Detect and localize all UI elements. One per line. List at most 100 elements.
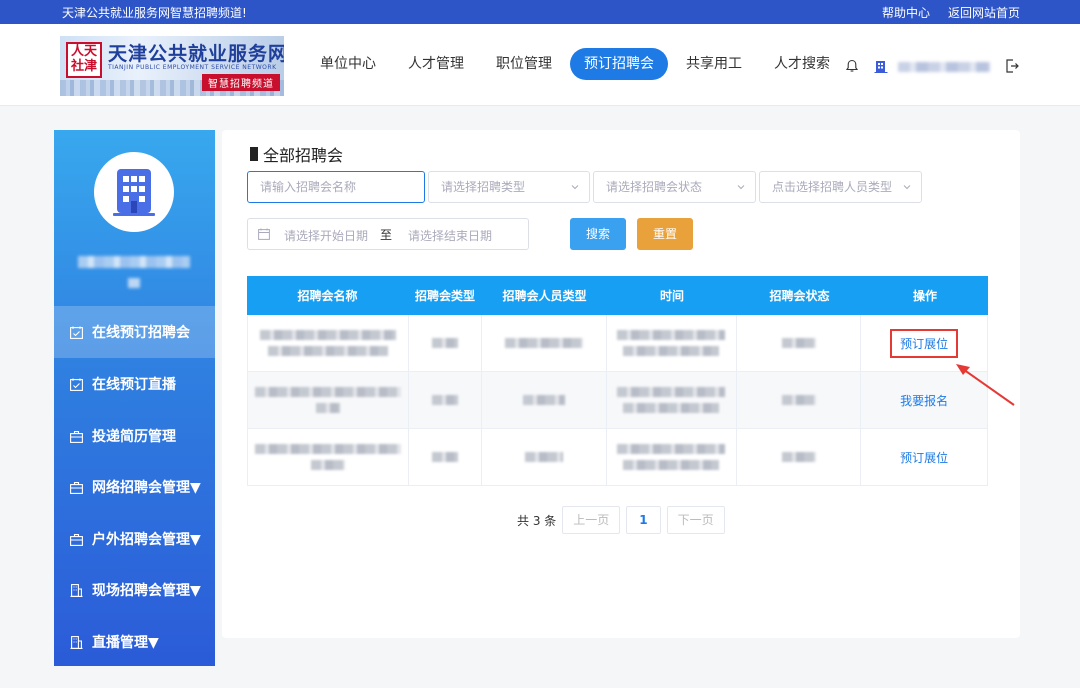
cell-fair-type-redacted (409, 429, 483, 485)
sidebar-item-resume-management[interactable]: 投递简历管理 (54, 410, 215, 462)
cell-people-type-redacted (482, 372, 608, 428)
sidebar-item-online-fair-management[interactable]: 网络招聘会管理▼ (54, 461, 215, 513)
title-marker (250, 147, 258, 161)
sidebar-item-online-book-fair[interactable]: 在线预订招聘会 (54, 306, 215, 358)
cell-fair-name-redacted (248, 372, 409, 428)
cell-status-redacted (737, 429, 862, 485)
sidebar-item-online-book-live[interactable]: 在线预订直播 (54, 358, 215, 410)
start-date-placeholder[interactable]: 请选择开始日期 (284, 227, 368, 244)
building-icon (70, 583, 83, 597)
page-1-button[interactable]: 1 (626, 506, 661, 534)
sidebar-item-live-management[interactable]: 直播管理▼ (54, 616, 215, 668)
page-title: 全部招聘会 (250, 142, 343, 166)
next-page-button[interactable]: 下一页 (666, 506, 725, 534)
nav-talent-search[interactable]: 人才搜索 (760, 48, 844, 80)
sidebar-item-label: 直播管理▼ (92, 635, 159, 651)
table-row: 预订展位 (247, 315, 988, 372)
col-time: 时间 (659, 289, 684, 303)
account-name-redacted[interactable] (898, 62, 990, 72)
table-row: 我要报名 (247, 372, 988, 429)
cell-time-redacted (607, 372, 737, 428)
nav-talent-management[interactable]: 人才管理 (394, 48, 478, 80)
logo-seal: 人天 社津 (66, 42, 102, 78)
building-icon (70, 635, 83, 649)
reset-button[interactable]: 重置 (637, 218, 693, 250)
bell-icon[interactable] (845, 59, 859, 73)
avatar (94, 152, 174, 232)
briefcase-icon (70, 430, 83, 443)
fair-name-input[interactable]: 请输入招聘会名称 (247, 171, 425, 203)
logo-channel-badge: 智慧招聘频道 (202, 74, 280, 91)
briefcase-icon (70, 481, 83, 494)
help-center-link[interactable]: 帮助中心 (882, 4, 930, 21)
nav-job-management[interactable]: 职位管理 (482, 48, 566, 80)
company-icon (874, 61, 888, 73)
welcome-text: 天津公共就业服务网智慧招聘频道! (62, 6, 247, 20)
checklist-icon (70, 378, 83, 391)
fair-status-select[interactable]: 请选择招聘会状态 (593, 171, 756, 203)
checklist-icon (70, 326, 83, 339)
logo-subtitle-en: TIANJIN PUBLIC EMPLOYMENT SERVICE NETWOR… (108, 64, 277, 71)
register-link[interactable]: 我要报名 (900, 392, 948, 409)
company-name-redacted-2 (128, 278, 140, 288)
home-link[interactable]: 返回网站首页 (948, 4, 1020, 21)
annotation-arrow-icon (956, 364, 1015, 406)
top-strip: 天津公共就业服务网智慧招聘频道! 帮助中心 返回网站首页 (0, 0, 1080, 24)
fair-type-select[interactable]: 请选择招聘类型 (428, 171, 590, 203)
pagination: 共 3 条 上一页 1 下一页 (517, 506, 725, 534)
logo-title: 天津公共就业服务网 (108, 43, 284, 65)
chevron-down-icon (737, 185, 745, 190)
end-date-placeholder[interactable]: 请选择结束日期 (408, 227, 492, 244)
sidebar-item-onsite-fair-management[interactable]: 现场招聘会管理▼ (54, 564, 215, 616)
logout-icon[interactable] (1004, 58, 1020, 74)
date-separator: 至 (380, 228, 393, 242)
cell-status-redacted (737, 372, 862, 428)
fair-status-placeholder: 请选择招聘会状态 (606, 180, 703, 194)
sidebar: 在线预订招聘会 在线预订直播 投递简历管理 网络招聘会管理▼ 户外招聘会管理▼ … (54, 130, 215, 666)
sidebar-item-label: 在线预订直播 (92, 377, 176, 393)
briefcase-icon (70, 533, 83, 546)
top-links: 帮助中心 返回网站首页 (882, 4, 1020, 21)
nav-book-job-fair[interactable]: 预订招聘会 (570, 48, 668, 80)
total-count: 共 3 条 (517, 513, 557, 528)
people-type-placeholder: 点击选择招聘人员类型 (772, 180, 893, 194)
book-booth-link[interactable]: 预订展位 (890, 328, 959, 358)
cell-fair-type-redacted (409, 315, 483, 371)
fair-name-placeholder: 请输入招聘会名称 (260, 180, 357, 194)
calendar-icon (258, 228, 270, 240)
cell-status-redacted (737, 315, 862, 371)
cell-people-type-redacted (482, 429, 608, 485)
chevron-down-icon (903, 185, 911, 190)
main-nav: 单位中心 人才管理 职位管理 预订招聘会 共享用工 人才搜索 (306, 48, 848, 80)
col-action: 操作 (912, 289, 937, 303)
cell-time-redacted (607, 315, 737, 371)
col-people-type: 招聘会人员类型 (502, 289, 587, 303)
cell-time-redacted (607, 429, 737, 485)
cell-people-type-redacted (482, 315, 608, 371)
main-panel: 全部招聘会 请输入招聘会名称 请选择招聘类型 请选择招聘会状态 点击选择招聘人员… (222, 130, 1020, 638)
table-header: 招聘会名称 招聘会类型 招聘会人员类型 时间 招聘会状态 操作 (247, 276, 988, 315)
nav-unit-center[interactable]: 单位中心 (306, 48, 390, 80)
sidebar-item-label: 户外招聘会管理▼ (92, 532, 201, 548)
date-range-picker[interactable]: 请选择开始日期 至 请选择结束日期 (247, 218, 529, 250)
search-button[interactable]: 搜索 (570, 218, 626, 250)
col-fair-name: 招聘会名称 (297, 289, 358, 303)
table-row: 预订展位 (247, 429, 988, 486)
sidebar-item-label: 在线预订招聘会 (92, 325, 190, 341)
site-logo[interactable]: 人天 社津 天津公共就业服务网 TIANJIN PUBLIC EMPLOYMENT… (60, 36, 284, 96)
sidebar-item-label: 现场招聘会管理▼ (92, 583, 201, 599)
prev-page-button[interactable]: 上一页 (562, 506, 621, 534)
nav-shared-employment[interactable]: 共享用工 (672, 48, 756, 80)
job-fair-table: 招聘会名称 招聘会类型 招聘会人员类型 时间 招聘会状态 操作 预订展位 我要报… (247, 276, 988, 486)
book-booth-link[interactable]: 预订展位 (900, 449, 948, 466)
header: 人天 社津 天津公共就业服务网 TIANJIN PUBLIC EMPLOYMENT… (0, 24, 1080, 106)
cell-action: 预订展位 (861, 429, 987, 485)
fair-type-placeholder: 请选择招聘类型 (441, 180, 526, 194)
people-type-select[interactable]: 点击选择招聘人员类型 (759, 171, 922, 203)
cell-fair-name-redacted (248, 429, 409, 485)
sidebar-item-outdoor-fair-management[interactable]: 户外招聘会管理▼ (54, 513, 215, 565)
cell-fair-type-redacted (409, 372, 483, 428)
col-fair-type: 招聘会类型 (414, 289, 475, 303)
company-avatar-icon (113, 169, 155, 216)
sidebar-item-label: 网络招聘会管理▼ (92, 480, 201, 496)
